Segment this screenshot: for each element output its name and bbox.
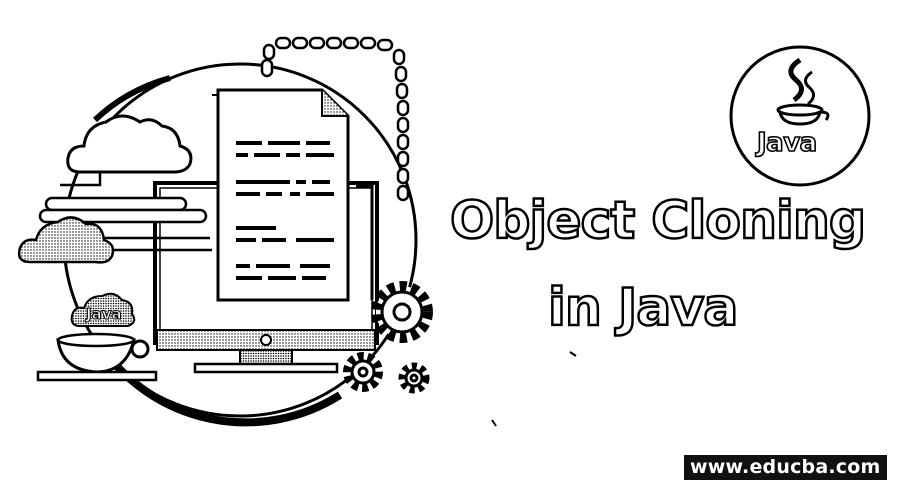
- java-coffee-cup-icon: [729, 45, 871, 187]
- cup-label: Java: [86, 305, 123, 324]
- gear-icon: [371, 281, 433, 343]
- watermark-link[interactable]: www.educba.com: [684, 455, 887, 480]
- title-line-2: in Java: [547, 278, 740, 338]
- title-line-1: Object Cloning: [449, 191, 868, 251]
- document-icon: [212, 88, 374, 302]
- coffee-cup-icon: [36, 332, 158, 382]
- gear-icon: [343, 352, 383, 392]
- gear-icon: [398, 362, 430, 394]
- java-logo-text: Java: [756, 127, 818, 159]
- speck: [491, 351, 577, 427]
